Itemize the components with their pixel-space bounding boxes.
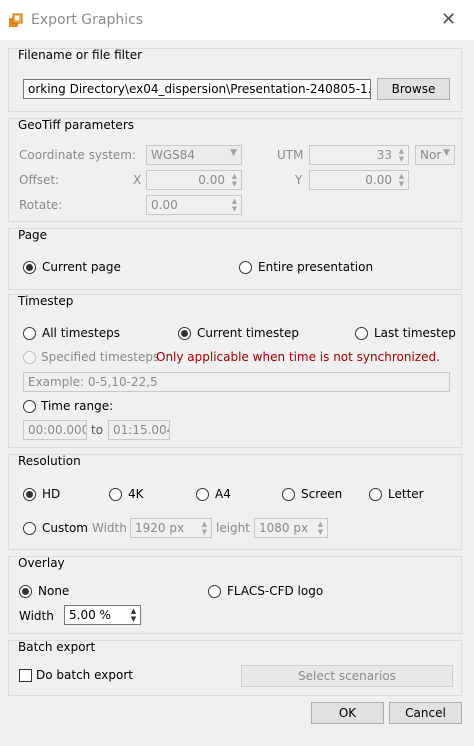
offset-label: Offset: <box>19 173 60 187</box>
chevron-down-icon: ▼ <box>230 148 237 158</box>
resolution-letter-label[interactable]: Letter <box>388 487 424 501</box>
do-batch-export-checkbox[interactable] <box>19 669 32 682</box>
entire-presentation-radio[interactable] <box>239 261 252 274</box>
specified-timesteps-label[interactable]: Specified timesteps <box>41 350 159 364</box>
filename-input[interactable]: orking Directory\ex04_dispersion\Present… <box>23 79 371 99</box>
rotate-value: 0.00 <box>151 198 178 212</box>
overlay-flacs-logo-label[interactable]: FLACS-CFD logo <box>227 584 323 598</box>
timestep-warning-text: Only applicable when time is not synchro… <box>156 350 440 364</box>
do-batch-export-label[interactable]: Do batch export <box>36 668 133 682</box>
section-title-geotiff: GeoTiff parameters <box>18 118 135 132</box>
all-timesteps-radio[interactable] <box>23 327 36 340</box>
section-title-timestep: Timestep <box>18 294 74 308</box>
offset-y-spinbox[interactable]: 0.00 ▲ ▼ <box>309 170 409 190</box>
title-bar: Export Graphics ✕ <box>0 0 474 40</box>
current-page-label[interactable]: Current page <box>42 260 121 274</box>
section-title-page: Page <box>18 228 48 242</box>
resolution-custom-label[interactable]: Custom <box>42 521 88 535</box>
custom-height-spinbox[interactable]: 1080 px ▲ ▼ <box>254 518 328 538</box>
ok-button[interactable]: OK <box>311 702 384 724</box>
custom-width-value: 1920 px <box>135 521 185 535</box>
select-scenarios-button[interactable]: Select scenarios <box>241 665 453 687</box>
specified-timesteps-input[interactable]: Example: 0-5,10-22,5 <box>23 372 450 392</box>
time-range-to-label: to <box>91 423 104 437</box>
offset-x-spinbox[interactable]: 0.00 ▲ ▼ <box>146 170 242 190</box>
rotate-label: Rotate: <box>19 198 63 212</box>
overlay-width-spinbox[interactable]: 5.00 % ▲ ▼ <box>64 605 141 625</box>
utm-zone-spinbox[interactable]: 33 ▲ ▼ <box>309 145 409 165</box>
time-range-radio[interactable] <box>23 400 36 413</box>
current-timestep-label[interactable]: Current timestep <box>197 326 299 340</box>
app-icon <box>9 13 23 27</box>
resolution-screen-radio[interactable] <box>282 488 295 501</box>
batch-export-section: Batch export Do batch export Select scen… <box>8 640 462 696</box>
custom-height-label: leight <box>216 521 250 535</box>
page-section: Page Current page Entire presentation <box>8 228 462 290</box>
time-range-to-input[interactable]: 01:15.004 <box>108 420 170 440</box>
last-timestep-radio[interactable] <box>355 327 368 340</box>
spin-arrows-icon: ▲ ▼ <box>317 520 324 536</box>
spin-arrows-icon: ▲ ▼ <box>231 197 238 213</box>
resolution-letter-radio[interactable] <box>369 488 382 501</box>
chevron-down-icon: ▼ <box>443 148 450 158</box>
window-title: Export Graphics <box>31 12 144 28</box>
specified-timesteps-radio[interactable] <box>23 351 36 364</box>
custom-width-label: Width <box>92 521 127 535</box>
coordinate-system-select[interactable]: WGS84 ▼ <box>146 145 242 165</box>
resolution-hd-label[interactable]: HD <box>42 487 60 501</box>
spin-arrows-icon: ▲ ▼ <box>398 172 405 188</box>
timestep-section: Timestep All timesteps Current timestep … <box>8 294 462 448</box>
overlay-width-value: 5.00 % <box>69 608 111 622</box>
resolution-screen-label[interactable]: Screen <box>301 487 342 501</box>
section-title-filename: Filename or file filter <box>18 48 143 62</box>
custom-width-spinbox[interactable]: 1920 px ▲ ▼ <box>130 518 212 538</box>
overlay-flacs-logo-radio[interactable] <box>208 585 221 598</box>
overlay-section: Overlay None FLACS-CFD logo Width 5.00 %… <box>8 556 462 634</box>
offset-x-value: 0.00 <box>198 173 225 187</box>
custom-height-value: 1080 px <box>259 521 309 535</box>
offset-y-value: 0.00 <box>365 173 392 187</box>
section-title-overlay: Overlay <box>18 556 65 570</box>
rotate-spinbox[interactable]: 0.00 ▲ ▼ <box>146 195 242 215</box>
coordinate-system-value: WGS84 <box>151 148 196 162</box>
current-timestep-radio[interactable] <box>178 327 191 340</box>
geotiff-section: GeoTiff parameters Coordinate system: WG… <box>8 118 462 222</box>
close-icon[interactable]: ✕ <box>441 9 456 30</box>
current-page-radio[interactable] <box>23 261 36 274</box>
spin-arrows-icon: ▲ ▼ <box>130 607 137 623</box>
utm-label: UTM <box>277 148 304 162</box>
last-timestep-label[interactable]: Last timestep <box>374 326 456 340</box>
section-title-resolution: Resolution <box>18 454 81 468</box>
resolution-section: Resolution HD 4K A4 Screen Letter Custom… <box>8 454 462 550</box>
resolution-4k-label[interactable]: 4K <box>128 487 144 501</box>
section-title-batch: Batch export <box>18 640 96 654</box>
coordinate-system-label: Coordinate system: <box>19 148 137 162</box>
overlay-none-radio[interactable] <box>19 585 32 598</box>
all-timesteps-label[interactable]: All timesteps <box>42 326 120 340</box>
browse-button[interactable]: Browse <box>377 78 450 100</box>
cancel-button[interactable]: Cancel <box>389 702 462 724</box>
overlay-none-label[interactable]: None <box>38 584 69 598</box>
offset-x-label: X <box>133 173 142 187</box>
hemisphere-select[interactable]: Nor ▼ <box>415 145 455 165</box>
time-range-from-input[interactable]: 00:00.000 <box>23 420 87 440</box>
spin-arrows-icon: ▲ ▼ <box>398 147 405 163</box>
resolution-a4-radio[interactable] <box>196 488 209 501</box>
resolution-a4-label[interactable]: A4 <box>215 487 231 501</box>
offset-y-label: Y <box>295 173 303 187</box>
resolution-custom-radio[interactable] <box>23 522 36 535</box>
overlay-width-label: Width <box>19 609 54 623</box>
resolution-4k-radio[interactable] <box>109 488 122 501</box>
time-range-label[interactable]: Time range: <box>41 399 113 413</box>
spin-arrows-icon: ▲ ▼ <box>231 172 238 188</box>
filename-section: Filename or file filter orking Directory… <box>8 48 462 112</box>
hemisphere-value: Nor <box>420 148 442 162</box>
spin-arrows-icon: ▲ ▼ <box>201 520 208 536</box>
utm-zone-value: 33 <box>376 148 392 162</box>
entire-presentation-label[interactable]: Entire presentation <box>258 260 373 274</box>
resolution-hd-radio[interactable] <box>23 488 36 501</box>
